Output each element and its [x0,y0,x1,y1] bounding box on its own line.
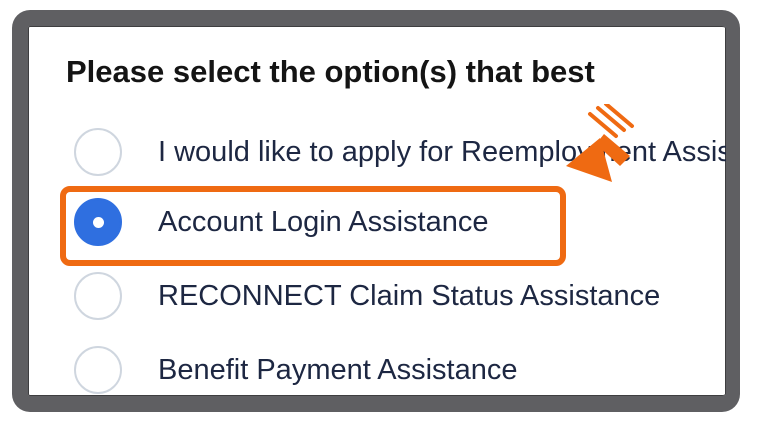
device-frame: Please select the option(s) that best I … [12,10,740,412]
radio-button-unchecked[interactable] [74,346,122,394]
option-reconnect-claim-status[interactable]: RECONNECT Claim Status Assistance [28,266,726,326]
radio-button-unchecked[interactable] [74,272,122,320]
highlight-box [60,186,566,266]
screenshot-stage: Please select the option(s) that best I … [0,0,758,421]
question-title: Please select the option(s) that best [66,54,595,89]
option-label: I would like to apply for Reemployment A… [158,136,740,168]
radio-button-unchecked[interactable] [74,128,122,176]
option-label: Benefit Payment Assistance [158,354,518,386]
option-benefit-payment[interactable]: Benefit Payment Assistance [28,340,726,396]
option-label: RECONNECT Claim Status Assistance [158,280,661,312]
arrow-pointer-icon [566,104,634,182]
